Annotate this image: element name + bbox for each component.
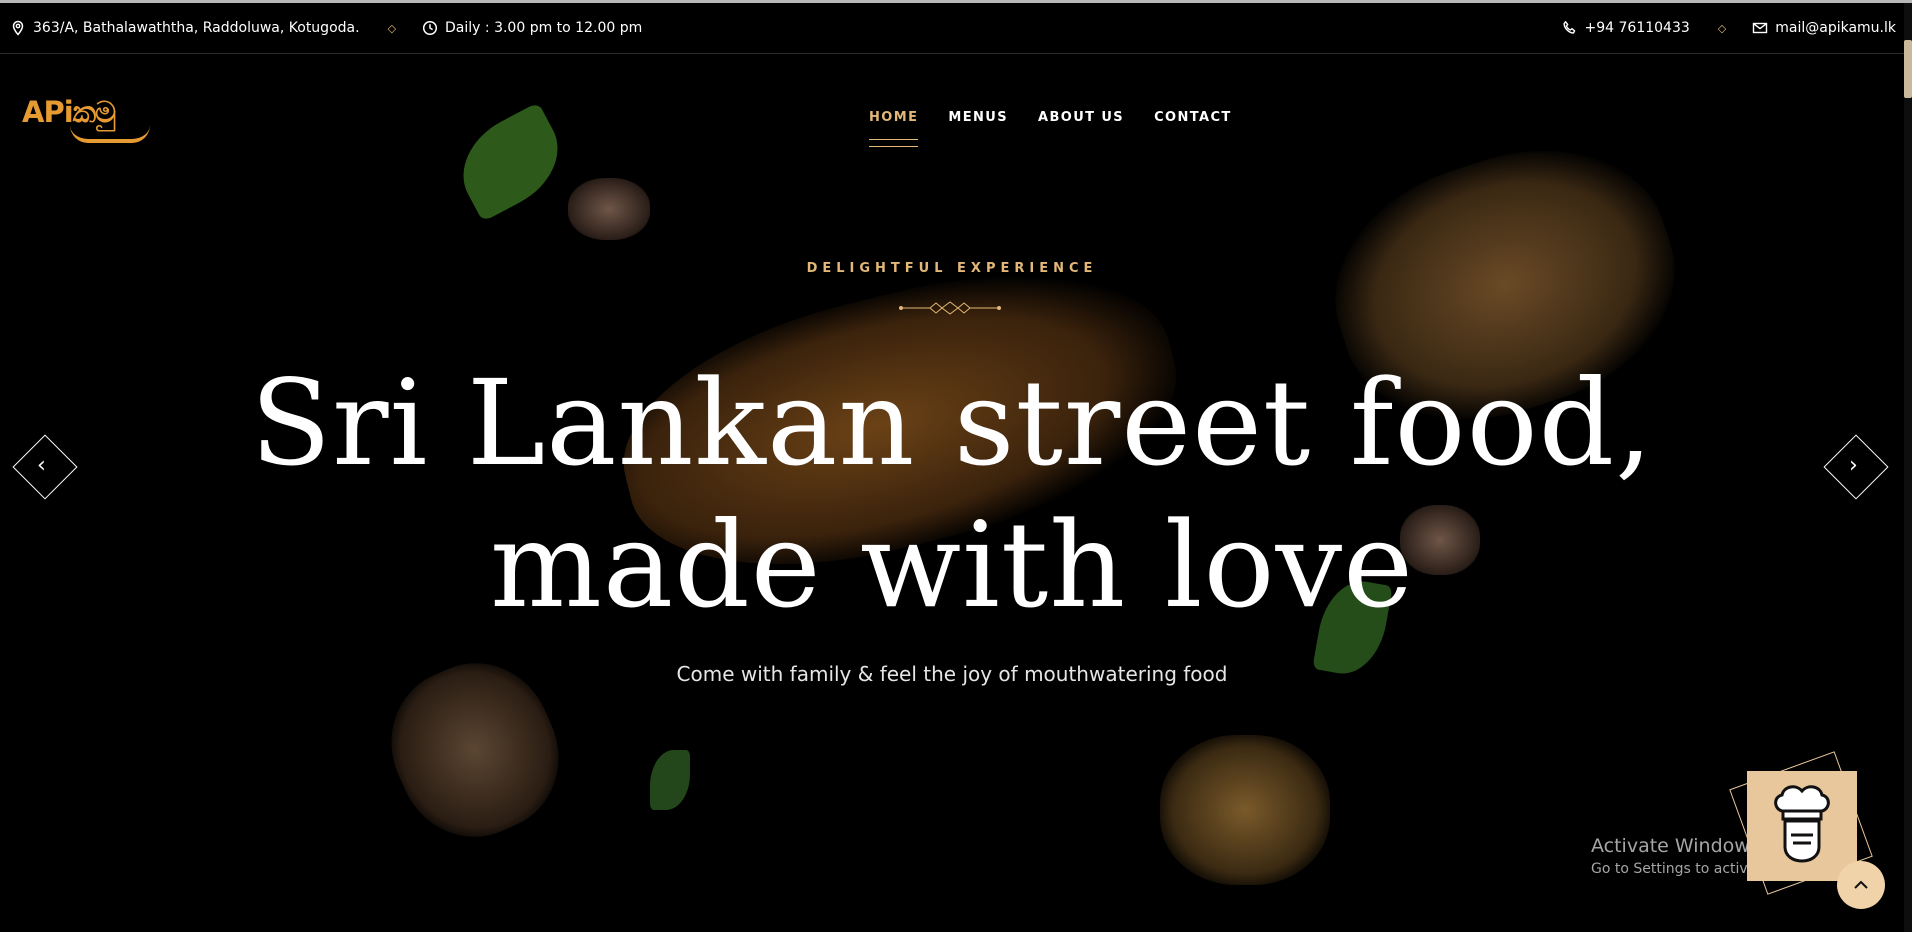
basil-leaf-image: [445, 102, 576, 222]
diamond-separator-icon: ◇: [1717, 21, 1727, 35]
phone-icon: [1562, 21, 1575, 34]
back-to-top-button[interactable]: [1837, 861, 1885, 909]
main-nav: HOME MENUS ABOUT US CONTACT: [869, 110, 1262, 147]
logo-text: APiකමු: [22, 95, 116, 129]
ornament-divider-icon: [899, 301, 1001, 315]
top-info-bar: 363/A, Bathalawaththa, Raddoluwa, Kotugo…: [0, 3, 1904, 54]
hero-eyebrow: DELIGHTFUL EXPERIENCE: [806, 261, 1098, 276]
garlic-image: [568, 178, 650, 240]
chevron-right-icon[interactable]: ›: [1849, 453, 1858, 478]
nav-item-contact[interactable]: CONTACT: [1154, 110, 1232, 125]
nav-item-about-us[interactable]: ABOUT US: [1038, 110, 1124, 125]
hero-headline: Sri Lankan street food, made with love: [0, 352, 1904, 636]
location-pin-icon: [12, 20, 24, 36]
email-item[interactable]: mail@apikamu.lk: [1752, 20, 1896, 36]
top-bar-left: 363/A, Bathalawaththa, Raddoluwa, Kotugo…: [0, 20, 642, 36]
hours-item: Daily : 3.00 pm to 12.00 pm: [422, 20, 642, 36]
clock-icon: [422, 20, 438, 36]
diamond-separator-icon: ◇: [387, 21, 397, 35]
site-logo[interactable]: APiකමු: [22, 95, 150, 143]
phone-item[interactable]: +94 76110433: [1562, 20, 1690, 36]
scrollbar-thumb[interactable]: [1904, 40, 1912, 98]
phone-link[interactable]: +94 76110433: [1585, 20, 1690, 36]
nav-active-underline: [869, 139, 919, 147]
email-link[interactable]: mail@apikamu.lk: [1775, 20, 1896, 36]
headline-line-2: made with love: [489, 496, 1415, 634]
address-text: 363/A, Bathalawaththa, Raddoluwa, Kotugo…: [33, 20, 360, 36]
hours-text: Daily : 3.00 pm to 12.00 pm: [445, 20, 643, 36]
top-bar-right: +94 76110433 ◇ mail@apikamu.lk: [1562, 20, 1904, 36]
chevron-up-icon: [1854, 880, 1868, 889]
scrollbar-track[interactable]: [1904, 3, 1912, 932]
logo-smile-mark: [70, 125, 150, 143]
chevron-left-icon[interactable]: ‹: [37, 453, 46, 478]
hero-subheadline: Come with family & feel the joy of mouth…: [676, 662, 1228, 686]
nav-item-menus[interactable]: MENUS: [948, 110, 1008, 125]
mail-icon: [1753, 22, 1768, 34]
basil-small-image: [650, 750, 690, 810]
headline-line-1: Sri Lankan street food,: [250, 354, 1654, 492]
address-item: 363/A, Bathalawaththa, Raddoluwa, Kotugo…: [10, 20, 360, 36]
nav-item-home[interactable]: HOME: [869, 110, 919, 147]
fries-image: [1160, 735, 1330, 885]
